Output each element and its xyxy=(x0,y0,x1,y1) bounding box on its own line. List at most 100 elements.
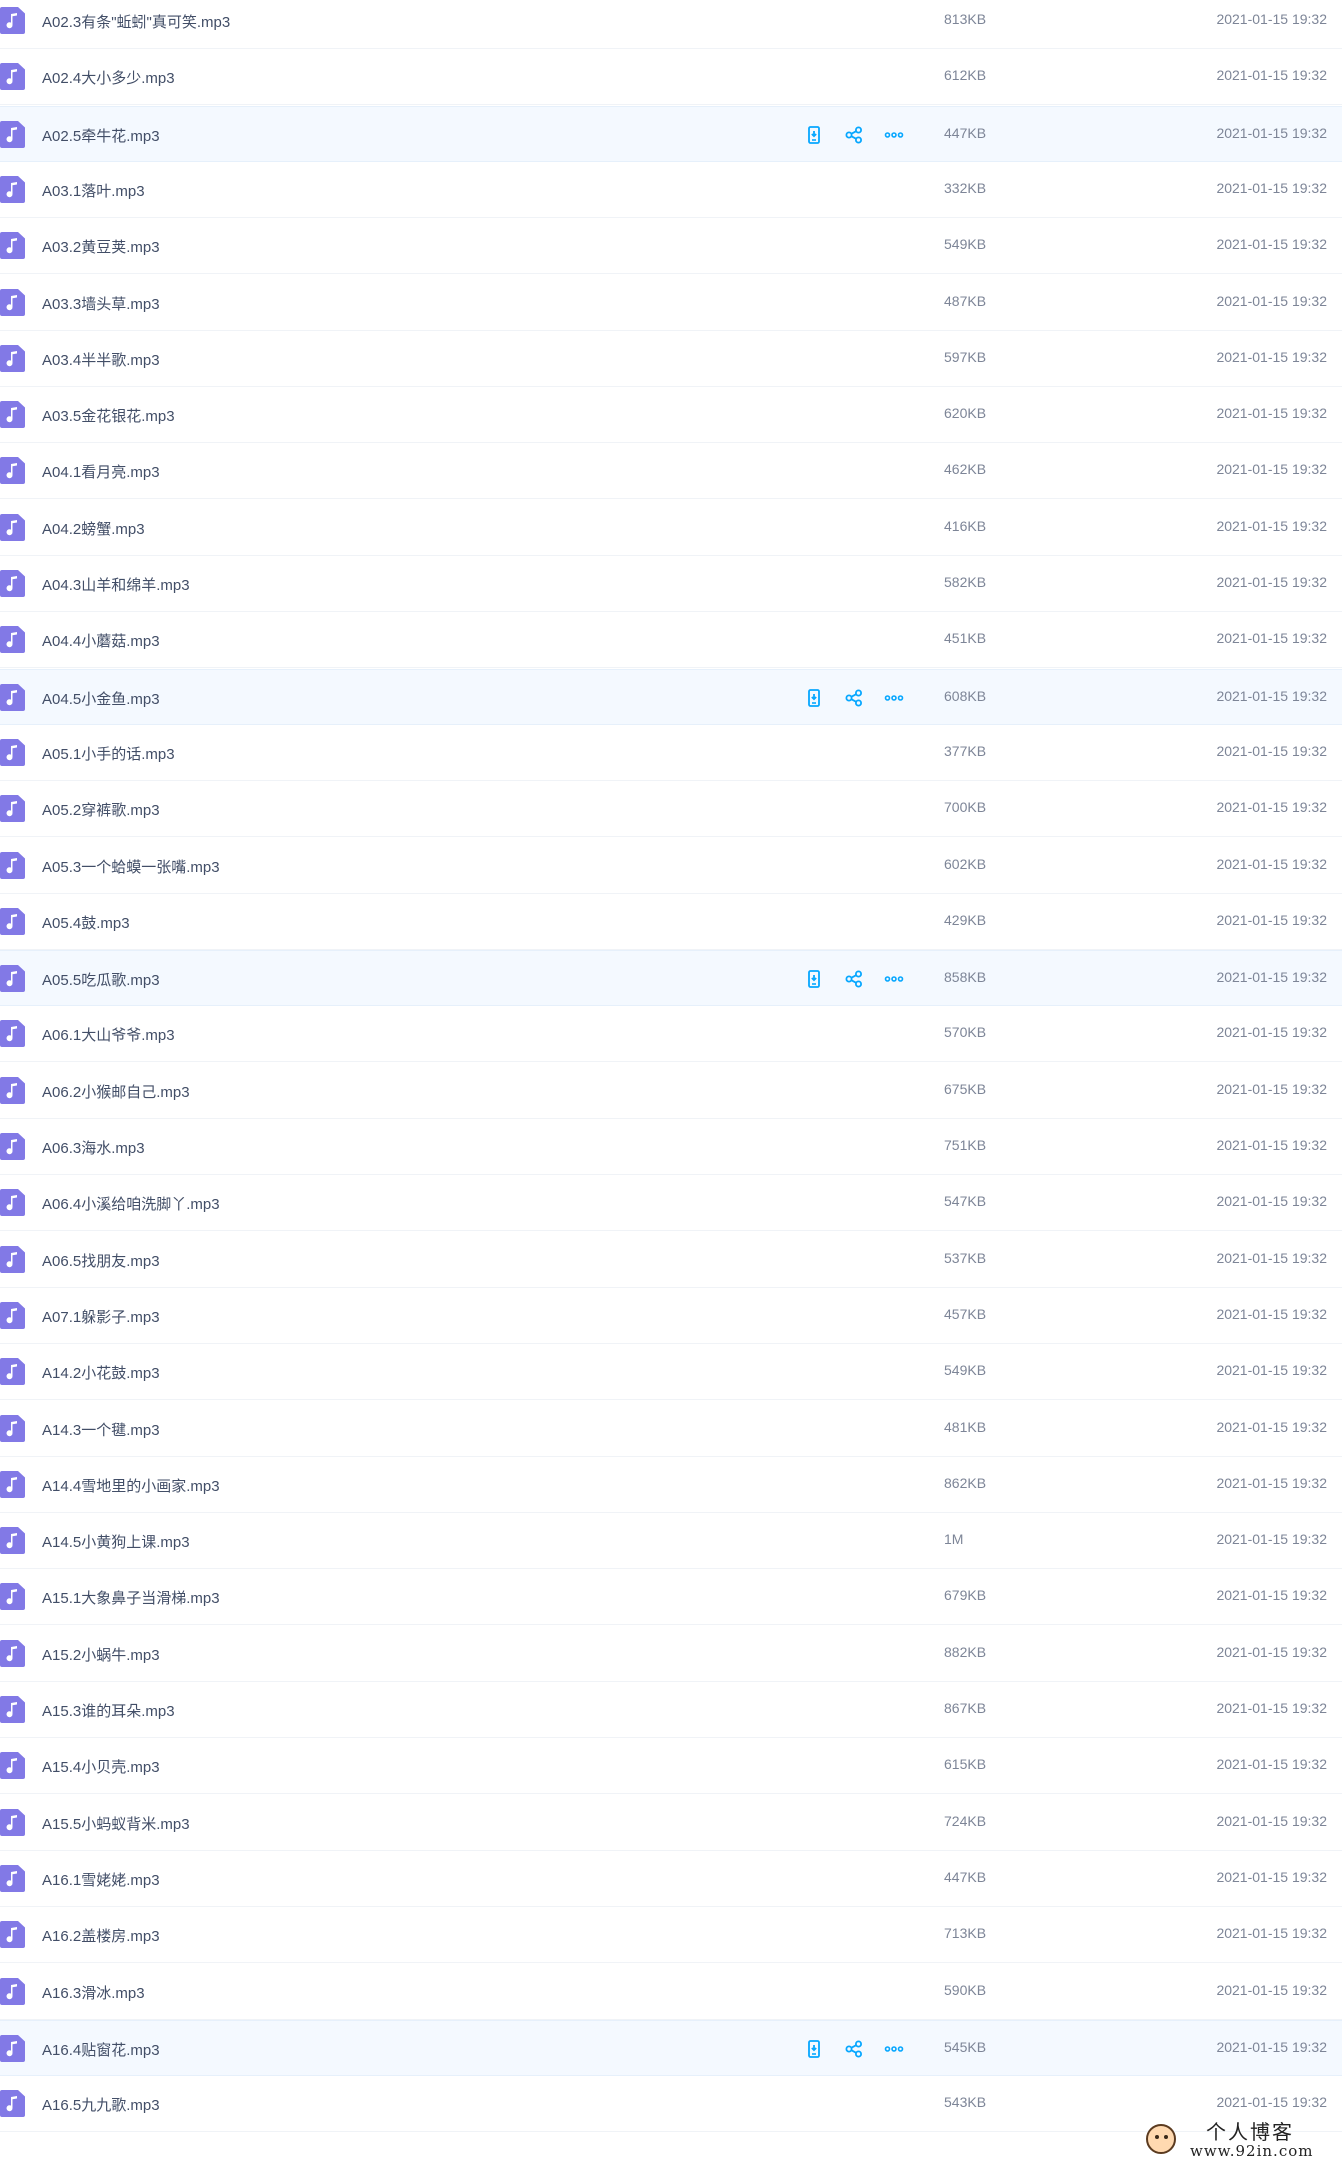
file-row[interactable]: A15.1大象鼻子当滑梯.mp3 679KB 2021-01-15 19:32 xyxy=(0,1569,1342,1625)
file-row[interactable]: A14.3一个毽.mp3 481KB 2021-01-15 19:32 xyxy=(0,1401,1342,1457)
share-button[interactable] xyxy=(840,965,868,993)
file-modified-time: 2021-01-15 19:32 xyxy=(1216,1531,1327,1547)
file-row[interactable]: A16.1雪姥姥.mp3 447KB 2021-01-15 19:32 xyxy=(0,1851,1342,1907)
file-row[interactable]: A02.5牵牛花.mp3 447KB 2021-01-15 19:32 xyxy=(0,106,1342,162)
file-row[interactable]: A15.3谁的耳朵.mp3 867KB 2021-01-15 19:32 xyxy=(0,1682,1342,1738)
file-name[interactable]: A04.1看月亮.mp3 xyxy=(42,461,160,482)
file-size: 429KB xyxy=(944,912,987,928)
file-row[interactable]: A04.1看月亮.mp3 462KB 2021-01-15 19:32 xyxy=(0,443,1342,499)
save-to-phone-button[interactable] xyxy=(800,965,828,993)
file-row[interactable]: A06.2小猴邮自己.mp3 675KB 2021-01-15 19:32 xyxy=(0,1063,1342,1119)
file-name[interactable]: A04.3山羊和绵羊.mp3 xyxy=(42,574,190,595)
file-row[interactable]: A15.2小蜗牛.mp3 882KB 2021-01-15 19:32 xyxy=(0,1626,1342,1682)
file-name[interactable]: A05.4鼓.mp3 xyxy=(42,912,130,933)
share-button[interactable] xyxy=(840,2035,868,2063)
file-name[interactable]: A15.2小蜗牛.mp3 xyxy=(42,1644,160,1665)
file-row[interactable]: A15.5小蚂蚁背米.mp3 724KB 2021-01-15 19:32 xyxy=(0,1795,1342,1851)
file-row[interactable]: A06.5找朋友.mp3 537KB 2021-01-15 19:32 xyxy=(0,1232,1342,1288)
file-row[interactable]: A07.1躲影子.mp3 457KB 2021-01-15 19:32 xyxy=(0,1288,1342,1344)
file-name[interactable]: A15.5小蚂蚁背米.mp3 xyxy=(42,1813,190,1834)
file-row[interactable]: A16.2盖楼房.mp3 713KB 2021-01-15 19:32 xyxy=(0,1907,1342,1963)
file-row[interactable]: A03.4半半歌.mp3 597KB 2021-01-15 19:32 xyxy=(0,331,1342,387)
file-row[interactable]: A15.4小贝壳.mp3 615KB 2021-01-15 19:32 xyxy=(0,1738,1342,1794)
file-name[interactable]: A07.1躲影子.mp3 xyxy=(42,1306,160,1327)
file-name[interactable]: A03.1落叶.mp3 xyxy=(42,180,145,201)
file-row[interactable]: A04.3山羊和绵羊.mp3 582KB 2021-01-15 19:32 xyxy=(0,556,1342,612)
file-row[interactable]: A04.5小金鱼.mp3 608KB 2021-01-15 19:32 xyxy=(0,669,1342,725)
file-name[interactable]: A06.2小猴邮自己.mp3 xyxy=(42,1081,190,1102)
file-row[interactable]: A05.5吃瓜歌.mp3 858KB 2021-01-15 19:32 xyxy=(0,950,1342,1006)
music-file-icon xyxy=(0,1133,25,1160)
file-row[interactable]: A05.1小手的话.mp3 377KB 2021-01-15 19:32 xyxy=(0,725,1342,781)
save-to-phone-button[interactable] xyxy=(800,2035,828,2063)
file-row[interactable]: A05.2穿裤歌.mp3 700KB 2021-01-15 19:32 xyxy=(0,781,1342,837)
file-name[interactable]: A15.1大象鼻子当滑梯.mp3 xyxy=(42,1587,220,1608)
file-name[interactable]: A15.4小贝壳.mp3 xyxy=(42,1756,160,1777)
file-name[interactable]: A02.5牵牛花.mp3 xyxy=(42,125,160,146)
file-size: 862KB xyxy=(944,1475,987,1491)
file-row[interactable]: A03.1落叶.mp3 332KB 2021-01-15 19:32 xyxy=(0,162,1342,218)
file-name[interactable]: A06.5找朋友.mp3 xyxy=(42,1250,160,1271)
file-row[interactable]: A02.3有条"蚯蚓"真可笑.mp3 813KB 2021-01-15 19:32 xyxy=(0,0,1342,49)
file-name[interactable]: A04.4小蘑菇.mp3 xyxy=(42,630,160,651)
file-row[interactable]: A14.5小黄狗上课.mp3 1M 2021-01-15 19:32 xyxy=(0,1513,1342,1569)
file-name[interactable]: A04.2螃蟹.mp3 xyxy=(42,518,145,539)
file-name[interactable]: A16.3滑冰.mp3 xyxy=(42,1982,145,2003)
share-button[interactable] xyxy=(840,121,868,149)
file-row[interactable]: A16.5九九歌.mp3 543KB 2021-01-15 19:32 xyxy=(0,2076,1342,2132)
file-name[interactable]: A15.3谁的耳朵.mp3 xyxy=(42,1700,175,1721)
file-name[interactable]: A06.4小溪给咱洗脚丫.mp3 xyxy=(42,1193,220,1214)
file-name[interactable]: A03.5金花银花.mp3 xyxy=(42,405,175,426)
file-row[interactable]: A02.4大小多少.mp3 612KB 2021-01-15 19:32 xyxy=(0,49,1342,105)
file-size: 612KB xyxy=(944,67,987,83)
file-name[interactable]: A02.4大小多少.mp3 xyxy=(42,67,175,88)
file-row[interactable]: A16.3滑冰.mp3 590KB 2021-01-15 19:32 xyxy=(0,1964,1342,2020)
file-row[interactable]: A04.4小蘑菇.mp3 451KB 2021-01-15 19:32 xyxy=(0,612,1342,668)
file-name[interactable]: A06.3海水.mp3 xyxy=(42,1137,145,1158)
more-button[interactable] xyxy=(880,684,908,712)
file-row[interactable]: A03.5金花银花.mp3 620KB 2021-01-15 19:32 xyxy=(0,387,1342,443)
file-name[interactable]: A16.4贴窗花.mp3 xyxy=(42,2039,160,2060)
file-name[interactable]: A05.5吃瓜歌.mp3 xyxy=(42,969,160,990)
file-row[interactable]: A05.3一个蛤蟆一张嘴.mp3 602KB 2021-01-15 19:32 xyxy=(0,838,1342,894)
file-name[interactable]: A16.2盖楼房.mp3 xyxy=(42,1925,160,1946)
file-size: 545KB xyxy=(944,2039,987,2055)
file-name[interactable]: A14.2小花鼓.mp3 xyxy=(42,1362,160,1383)
more-button[interactable] xyxy=(880,965,908,993)
file-name[interactable]: A03.2黄豆荚.mp3 xyxy=(42,236,160,257)
file-name[interactable]: A14.4雪地里的小画家.mp3 xyxy=(42,1475,220,1496)
file-name[interactable]: A14.5小黄狗上课.mp3 xyxy=(42,1531,190,1552)
file-name[interactable]: A05.1小手的话.mp3 xyxy=(42,743,175,764)
file-size: 462KB xyxy=(944,461,987,477)
file-name[interactable]: A06.1大山爷爷.mp3 xyxy=(42,1024,175,1045)
file-row[interactable]: A16.4贴窗花.mp3 545KB 2021-01-15 19:32 xyxy=(0,2020,1342,2076)
file-row[interactable]: A06.3海水.mp3 751KB 2021-01-15 19:32 xyxy=(0,1119,1342,1175)
file-row[interactable]: A03.2黄豆荚.mp3 549KB 2021-01-15 19:32 xyxy=(0,218,1342,274)
more-button[interactable] xyxy=(880,121,908,149)
file-modified-time: 2021-01-15 19:32 xyxy=(1216,574,1327,590)
file-modified-time: 2021-01-15 19:32 xyxy=(1216,125,1327,141)
file-size: 481KB xyxy=(944,1419,987,1435)
file-size: 713KB xyxy=(944,1925,987,1941)
file-row[interactable]: A14.4雪地里的小画家.mp3 862KB 2021-01-15 19:32 xyxy=(0,1457,1342,1513)
file-row[interactable]: A06.1大山爷爷.mp3 570KB 2021-01-15 19:32 xyxy=(0,1006,1342,1062)
save-to-phone-button[interactable] xyxy=(800,684,828,712)
save-to-phone-button[interactable] xyxy=(800,121,828,149)
share-button[interactable] xyxy=(840,684,868,712)
more-button[interactable] xyxy=(880,2035,908,2063)
file-name[interactable]: A03.3墙头草.mp3 xyxy=(42,293,160,314)
file-name[interactable]: A05.2穿裤歌.mp3 xyxy=(42,799,160,820)
file-row[interactable]: A03.3墙头草.mp3 487KB 2021-01-15 19:32 xyxy=(0,275,1342,331)
file-row[interactable]: A14.2小花鼓.mp3 549KB 2021-01-15 19:32 xyxy=(0,1344,1342,1400)
file-row[interactable]: A06.4小溪给咱洗脚丫.mp3 547KB 2021-01-15 19:32 xyxy=(0,1175,1342,1231)
file-row[interactable]: A05.4鼓.mp3 429KB 2021-01-15 19:32 xyxy=(0,894,1342,950)
file-name[interactable]: A04.5小金鱼.mp3 xyxy=(42,688,160,709)
file-name[interactable]: A03.4半半歌.mp3 xyxy=(42,349,160,370)
file-name[interactable]: A05.3一个蛤蟆一张嘴.mp3 xyxy=(42,856,220,877)
file-name[interactable]: A16.1雪姥姥.mp3 xyxy=(42,1869,160,1890)
file-modified-time: 2021-01-15 19:32 xyxy=(1216,11,1327,27)
file-name[interactable]: A16.5九九歌.mp3 xyxy=(42,2094,160,2115)
file-row[interactable]: A04.2螃蟹.mp3 416KB 2021-01-15 19:32 xyxy=(0,500,1342,556)
file-name[interactable]: A14.3一个毽.mp3 xyxy=(42,1419,160,1440)
file-name[interactable]: A02.3有条"蚯蚓"真可笑.mp3 xyxy=(42,11,230,32)
